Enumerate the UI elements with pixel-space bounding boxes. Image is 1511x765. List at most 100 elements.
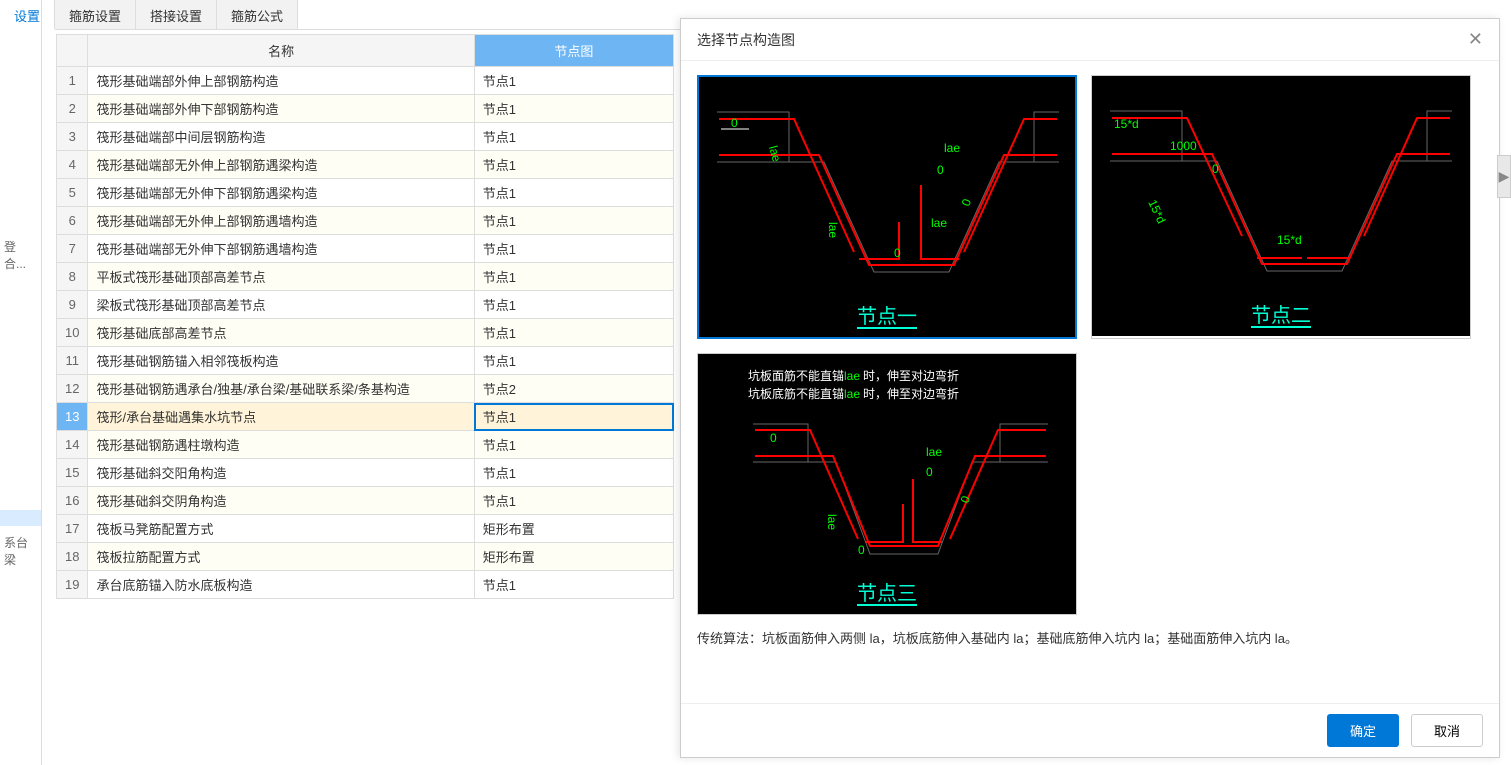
row-node-cell[interactable]: 矩形布置	[474, 543, 673, 571]
tab-stirrup-formula[interactable]: 箍筋公式	[217, 0, 298, 29]
row-node-cell[interactable]: 节点1	[474, 179, 673, 207]
row-number: 2	[57, 95, 88, 123]
svg-text:0: 0	[1212, 162, 1219, 176]
row-node-cell[interactable]: 节点1	[474, 67, 673, 95]
header-node[interactable]: 节点图	[474, 35, 673, 67]
svg-text:lae: lae	[825, 514, 839, 530]
row-number: 3	[57, 123, 88, 151]
table-row[interactable]: 4筏形基础端部无外伸上部钢筋遇梁构造节点1	[57, 151, 674, 179]
row-number: 4	[57, 151, 88, 179]
row-name-cell[interactable]: 筏板拉筋配置方式	[88, 543, 474, 571]
row-number: 11	[57, 347, 88, 375]
svg-text:lae: lae	[926, 445, 942, 459]
close-icon[interactable]: ✕	[1468, 29, 1483, 50]
svg-text:lae: lae	[931, 216, 947, 230]
svg-text:0: 0	[894, 246, 901, 260]
table-row[interactable]: 5筏形基础端部无外伸下部钢筋遇梁构造节点1	[57, 179, 674, 207]
table-row[interactable]: 13筏形/承台基础遇集水坑节点节点1	[57, 403, 674, 431]
table-row[interactable]: 1筏形基础端部外伸上部钢筋构造节点1	[57, 67, 674, 95]
row-name-cell[interactable]: 筏形基础斜交阴角构造	[88, 487, 474, 515]
row-node-cell[interactable]: 节点1	[474, 403, 673, 431]
table-row[interactable]: 7筏形基础端部无外伸下部钢筋遇墙构造节点1	[57, 235, 674, 263]
row-number: 14	[57, 431, 88, 459]
row-node-cell[interactable]: 节点1	[474, 487, 673, 515]
row-node-cell[interactable]: 节点2	[474, 375, 673, 403]
row-name-cell[interactable]: 筏板马凳筋配置方式	[88, 515, 474, 543]
cancel-button[interactable]: 取消	[1411, 714, 1483, 747]
svg-text:0: 0	[926, 465, 933, 479]
table-row[interactable]: 16筏形基础斜交阴角构造节点1	[57, 487, 674, 515]
table-row[interactable]: 11筏形基础钢筋锚入相邻筏板构造节点1	[57, 347, 674, 375]
row-node-cell[interactable]: 节点1	[474, 95, 673, 123]
row-node-cell[interactable]: 节点1	[474, 319, 673, 347]
row-node-cell[interactable]: 节点1	[474, 431, 673, 459]
diagram-svg-2: 15*d 1000 0 15*d 15*d	[1092, 76, 1472, 334]
table-row[interactable]: 2筏形基础端部外伸下部钢筋构造节点1	[57, 95, 674, 123]
left-item-1[interactable]: 系台梁	[0, 526, 41, 576]
table-row[interactable]: 14筏形基础钢筋遇柱墩构造节点1	[57, 431, 674, 459]
row-name-cell[interactable]: 筏形基础钢筋遇柱墩构造	[88, 431, 474, 459]
row-name-cell[interactable]: 筏形基础钢筋锚入相邻筏板构造	[88, 347, 474, 375]
table-row[interactable]: 8平板式筏形基础顶部高差节点节点1	[57, 263, 674, 291]
svg-text:0: 0	[731, 116, 738, 130]
row-node-cell[interactable]: 节点1	[474, 263, 673, 291]
svg-text:15*d: 15*d	[1114, 117, 1139, 131]
row-number: 15	[57, 459, 88, 487]
row-node-cell[interactable]: 节点1	[474, 291, 673, 319]
diagram-svg-3: 坑板面筋不能直锚lae 时，伸至对边弯折 坑板底筋不能直锚lae 时，伸至对边弯…	[698, 354, 1078, 612]
table-row[interactable]: 3筏形基础端部中间层钢筋构造节点1	[57, 123, 674, 151]
row-name-cell[interactable]: 筏形基础端部无外伸上部钢筋遇墙构造	[88, 207, 474, 235]
row-name-cell[interactable]: 筏形基础端部外伸下部钢筋构造	[88, 95, 474, 123]
row-number: 16	[57, 487, 88, 515]
row-name-cell[interactable]: 筏形基础端部外伸上部钢筋构造	[88, 67, 474, 95]
diagram-caption-1: 节点一	[699, 300, 1075, 329]
row-number: 8	[57, 263, 88, 291]
svg-text:15*d: 15*d	[1277, 233, 1302, 247]
modal-title: 选择节点构造图	[697, 30, 795, 50]
row-node-cell[interactable]: 矩形布置	[474, 515, 673, 543]
row-number: 12	[57, 375, 88, 403]
row-node-cell[interactable]: 节点1	[474, 459, 673, 487]
diagram-option-3[interactable]: 坑板面筋不能直锚lae 时，伸至对边弯折 坑板底筋不能直锚lae 时，伸至对边弯…	[697, 353, 1077, 615]
row-name-cell[interactable]: 梁板式筏形基础顶部高差节点	[88, 291, 474, 319]
row-node-cell[interactable]: 节点1	[474, 571, 673, 599]
row-name-cell[interactable]: 平板式筏形基础顶部高差节点	[88, 263, 474, 291]
table-row[interactable]: 15筏形基础斜交阳角构造节点1	[57, 459, 674, 487]
table-row[interactable]: 6筏形基础端部无外伸上部钢筋遇墙构造节点1	[57, 207, 674, 235]
settings-table: 名称 节点图 1筏形基础端部外伸上部钢筋构造节点12筏形基础端部外伸下部钢筋构造…	[56, 34, 674, 599]
row-node-cell[interactable]: 节点1	[474, 151, 673, 179]
row-number: 7	[57, 235, 88, 263]
header-rownum	[57, 35, 88, 67]
left-item-0[interactable]: 登合...	[0, 230, 41, 280]
row-name-cell[interactable]: 筏形基础底部高差节点	[88, 319, 474, 347]
row-name-cell[interactable]: 筏形基础端部中间层钢筋构造	[88, 123, 474, 151]
row-name-cell[interactable]: 筏形基础斜交阳角构造	[88, 459, 474, 487]
row-name-cell[interactable]: 筏形基础端部无外伸上部钢筋遇梁构造	[88, 151, 474, 179]
svg-text:lae: lae	[826, 222, 840, 238]
row-node-cell[interactable]: 节点1	[474, 207, 673, 235]
diagram-option-2[interactable]: 15*d 1000 0 15*d 15*d 节点二	[1091, 75, 1471, 339]
row-name-cell[interactable]: 筏形基础端部无外伸下部钢筋遇墙构造	[88, 235, 474, 263]
diagram-option-1[interactable]: 0 lae lae 0 lae 0 lae 0 节点一	[697, 75, 1077, 339]
table-row[interactable]: 9梁板式筏形基础顶部高差节点节点1	[57, 291, 674, 319]
row-name-cell[interactable]: 承台底筋锚入防水底板构造	[88, 571, 474, 599]
tab-lap-settings[interactable]: 搭接设置	[136, 0, 217, 29]
svg-text:1000: 1000	[1170, 139, 1197, 153]
left-sidebar: 登合... 系台梁	[0, 0, 42, 765]
row-node-cell[interactable]: 节点1	[474, 123, 673, 151]
tab-stirrup-settings[interactable]: 箍筋设置	[55, 0, 136, 29]
row-node-cell[interactable]: 节点1	[474, 347, 673, 375]
row-number: 1	[57, 67, 88, 95]
row-name-cell[interactable]: 筏形/承台基础遇集水坑节点	[88, 403, 474, 431]
table-row[interactable]: 12筏形基础钢筋遇承台/独基/承台梁/基础联系梁/条基构造节点2	[57, 375, 674, 403]
ok-button[interactable]: 确定	[1327, 714, 1399, 747]
row-name-cell[interactable]: 筏形基础端部无外伸下部钢筋遇梁构造	[88, 179, 474, 207]
table-row[interactable]: 10筏形基础底部高差节点节点1	[57, 319, 674, 347]
collapse-right-icon[interactable]: ▶	[1497, 155, 1511, 198]
left-item-active[interactable]	[0, 510, 41, 526]
row-name-cell[interactable]: 筏形基础钢筋遇承台/独基/承台梁/基础联系梁/条基构造	[88, 375, 474, 403]
row-node-cell[interactable]: 节点1	[474, 235, 673, 263]
table-row[interactable]: 17筏板马凳筋配置方式矩形布置	[57, 515, 674, 543]
table-row[interactable]: 18筏板拉筋配置方式矩形布置	[57, 543, 674, 571]
table-row[interactable]: 19承台底筋锚入防水底板构造节点1	[57, 571, 674, 599]
